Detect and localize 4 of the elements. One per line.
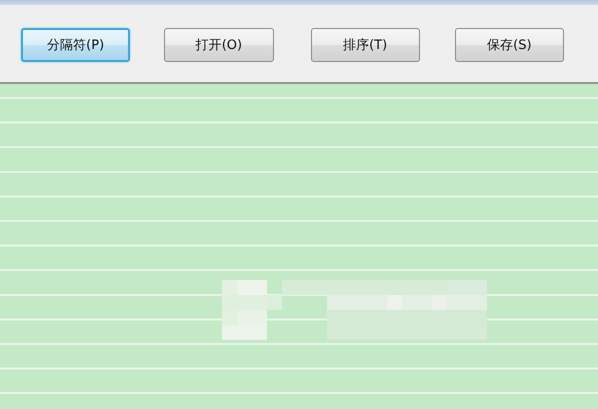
toolbar-button[interactable]: 排序(T) (310, 28, 420, 62)
toolbar-button[interactable]: 打开(O) (164, 28, 274, 62)
toolbar-button[interactable]: 分隔符(P) (21, 28, 130, 62)
toolbar-button[interactable]: 保存(S) (454, 28, 564, 62)
